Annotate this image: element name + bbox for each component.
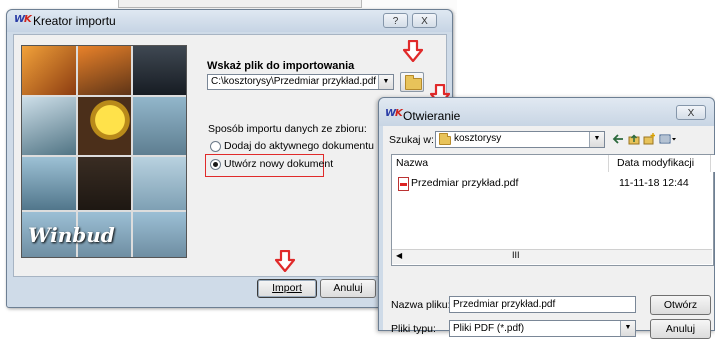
open-dialog-title: Otwieranie	[403, 109, 461, 123]
back-arrow-icon[interactable]	[612, 133, 624, 145]
winbud-logo: Winbud	[28, 223, 115, 247]
file-path-combobox[interactable]: C:\kosztorysy\Przedmiar przykład.pdf ▼	[207, 74, 394, 90]
arrow-down-icon	[403, 40, 423, 62]
file-modified: 11-11-18 12:44	[619, 177, 689, 189]
filename-label: Nazwa pliku:	[391, 299, 451, 311]
up-folder-icon[interactable]	[628, 133, 640, 145]
open-dialog-close-button[interactable]: X	[676, 105, 706, 120]
radio-add-to-active[interactable]	[210, 141, 221, 152]
open-button[interactable]: Otwórz	[650, 295, 711, 315]
import-wizard-titlebar[interactable]: WK Kreator importu ? X	[7, 10, 452, 32]
winbud-app-icon: WK	[14, 14, 32, 25]
scroll-left-icon[interactable]: ◀	[396, 251, 402, 260]
file-name: Przedmiar przykład.pdf	[411, 177, 519, 189]
look-in-combobox[interactable]: kosztorysy ▼	[435, 131, 605, 148]
winbud-illustration: Winbud	[21, 45, 187, 258]
new-folder-icon[interactable]	[643, 133, 655, 145]
list-item[interactable]: Przedmiar przykład.pdf 11-11-18 12:44 Ac	[392, 176, 712, 191]
horizontal-scrollbar[interactable]: ◀ III	[392, 249, 712, 264]
look-in-label: Szukaj w:	[389, 134, 434, 146]
browse-folder-button[interactable]	[400, 72, 424, 92]
cancel-button-label: Anuluj	[333, 282, 363, 294]
radio-create-new[interactable]	[210, 159, 221, 170]
background-window-strip	[118, 0, 362, 8]
file-path-value: C:\kosztorysy\Przedmiar przykład.pdf	[211, 76, 377, 87]
open-button-label: Otwórz	[663, 299, 698, 311]
open-dialog-titlebar[interactable]: WK Otwieranie X	[379, 98, 714, 126]
filename-value: Przedmiar przykład.pdf	[453, 299, 556, 310]
close-button[interactable]: X	[412, 13, 437, 28]
pdf-file-icon	[398, 177, 409, 191]
column-header-type[interactable]: Ty	[711, 155, 715, 172]
open-dialog-cancel-button[interactable]: Anuluj	[650, 319, 711, 339]
import-wizard-title: Kreator importu	[33, 14, 116, 28]
help-button[interactable]: ?	[383, 13, 408, 28]
arrow-down-icon	[275, 250, 295, 272]
filename-input[interactable]: Przedmiar przykład.pdf	[449, 296, 636, 313]
import-button[interactable]: Import	[257, 279, 317, 298]
open-file-dialog: WK Otwieranie X Szukaj w: kosztorysy ▼ N…	[378, 97, 715, 339]
column-header-name[interactable]: Nazwa	[392, 155, 609, 172]
file-list[interactable]: Nazwa Data modyfikacji Ty Przedmiar przy…	[391, 154, 715, 266]
chevron-down-icon[interactable]: ▼	[589, 132, 604, 147]
file-select-label: Wskaż plik do importowania	[207, 60, 355, 72]
open-dialog-body: Szukaj w: kosztorysy ▼ Nazwa Data modyfi…	[383, 126, 715, 339]
option-create-new-label: Utwórz nowy dokument	[224, 158, 334, 170]
open-dialog-cancel-label: Anuluj	[665, 323, 696, 335]
view-menu-icon[interactable]	[659, 133, 677, 145]
option-add-to-active-label: Dodaj do aktywnego dokumentu	[224, 140, 375, 152]
column-header-modified[interactable]: Data modyfikacji	[613, 155, 711, 172]
folder-open-icon	[405, 75, 422, 90]
winbud-app-icon: WK	[385, 108, 403, 119]
filetype-label: Pliki typu:	[391, 323, 436, 335]
import-mode-label: Sposób importu danych ze zbioru:	[208, 123, 367, 135]
folder-icon	[439, 133, 451, 145]
scroll-grip[interactable]: III	[512, 250, 520, 260]
cancel-button[interactable]: Anuluj	[320, 279, 376, 298]
chevron-down-icon[interactable]: ▼	[378, 75, 393, 89]
look-in-value: kosztorysy	[454, 133, 502, 144]
import-button-label: Import	[272, 282, 302, 294]
